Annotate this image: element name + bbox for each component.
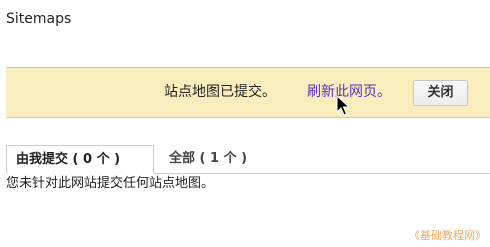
tab-all[interactable]: 全部 ( 1 个 ) xyxy=(169,145,247,174)
tab-submitted-by-me[interactable]: 由我提交 ( 0 个 ) xyxy=(6,145,154,174)
mouse-pointer-icon xyxy=(336,95,350,116)
notice-bar: 站点地图已提交。 刷新此网页。 关闭 xyxy=(6,67,490,118)
watermark: 《基础教程网》 xyxy=(409,229,486,242)
tab-bar: 由我提交 ( 0 个 ) 全部 ( 1 个 ) xyxy=(6,145,490,174)
notice-message: 站点地图已提交。 xyxy=(164,84,276,100)
page-title: Sitemaps xyxy=(6,11,72,27)
empty-state-message: 您未针对此网站提交任何站点地图。 xyxy=(6,176,215,191)
close-button[interactable]: 关闭 xyxy=(413,80,468,106)
